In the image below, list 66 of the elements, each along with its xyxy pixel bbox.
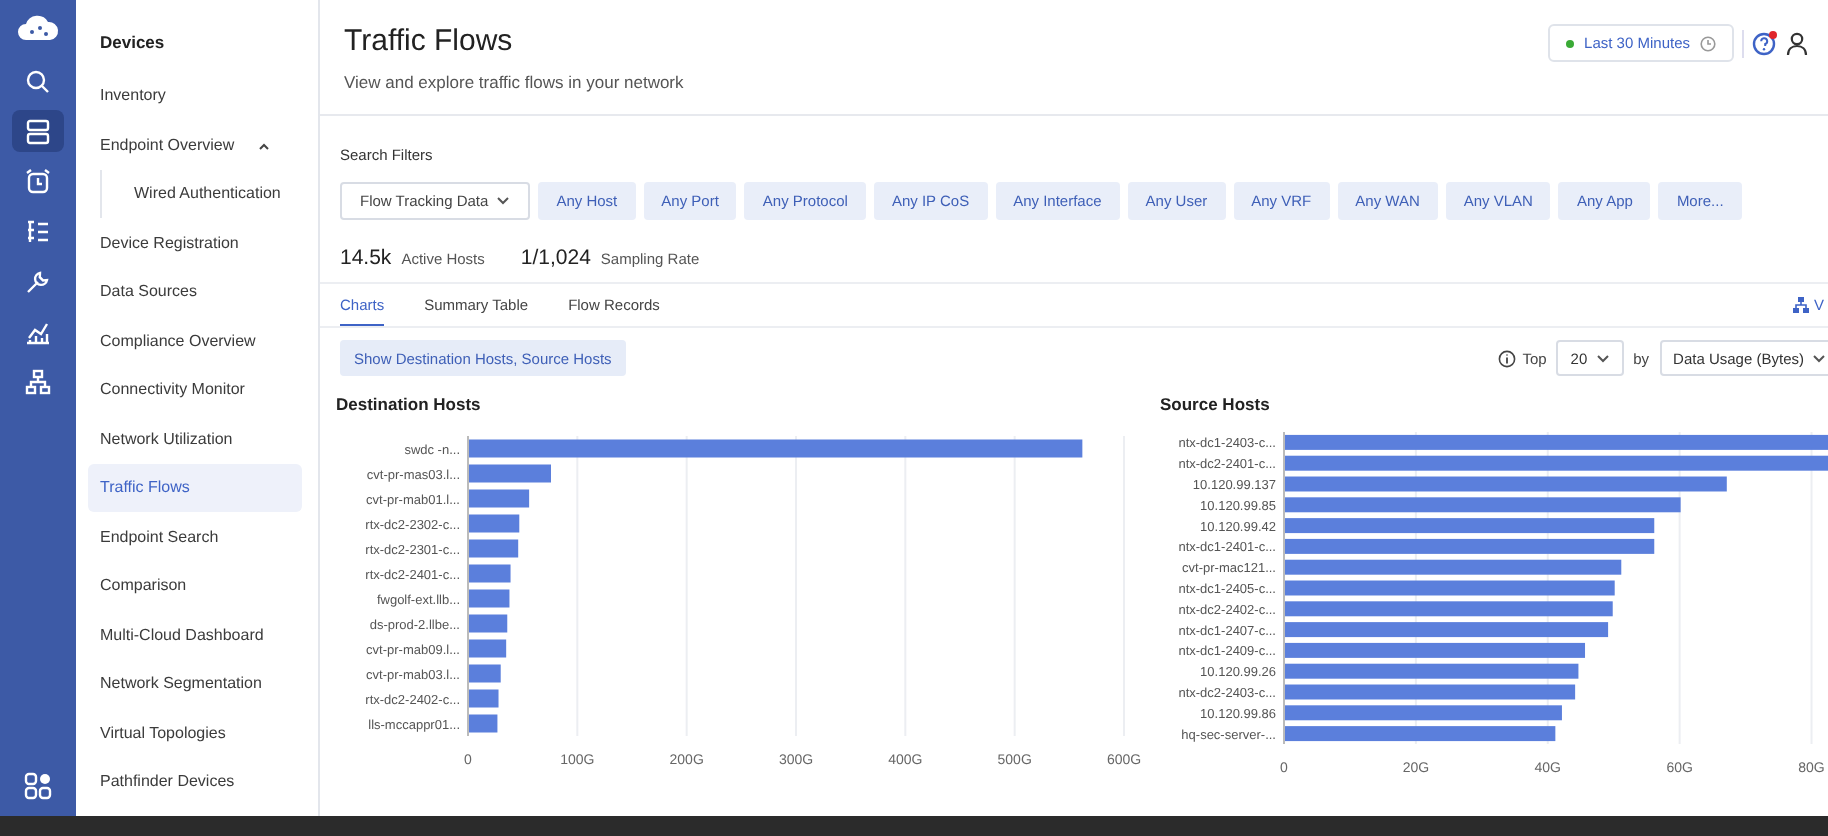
bar[interactable] (1285, 685, 1576, 700)
help-icon[interactable] (1752, 30, 1778, 57)
chevron-down-icon (1595, 353, 1610, 364)
apps-icon[interactable] (24, 772, 52, 800)
sidebar-item[interactable]: Compliance Overview (88, 316, 302, 366)
chart-title: Source Hosts (1158, 392, 1272, 419)
bar[interactable] (469, 440, 1083, 458)
bar[interactable] (1285, 622, 1609, 638)
bar[interactable] (1285, 664, 1579, 680)
page-title: Traffic Flows (344, 24, 515, 60)
sidebar-item[interactable]: Comparison (88, 561, 302, 611)
clock-icon (1700, 35, 1716, 52)
sidebar-item[interactable]: Network Segmentation (88, 659, 302, 709)
network-icon (24, 367, 52, 395)
server-icon (24, 117, 52, 145)
sidebar-item[interactable]: Device Registration (88, 218, 302, 268)
bar[interactable] (1285, 560, 1622, 576)
bar[interactable] (469, 490, 530, 508)
sidebar-item[interactable]: Endpoint Search (88, 512, 302, 562)
bar[interactable] (469, 540, 519, 558)
bar[interactable] (469, 640, 507, 658)
bar[interactable] (1285, 581, 1615, 596)
page-subtitle: View and explore traffic flows in your network (344, 70, 686, 96)
sidebar-item[interactable]: Network Utilization (88, 414, 302, 464)
bar[interactable] (1285, 539, 1655, 555)
chevron-down-icon (496, 196, 511, 207)
stat-value: 14.5k (340, 244, 392, 275)
bar[interactable] (469, 565, 511, 583)
bar[interactable] (469, 715, 498, 733)
sidebar-item[interactable]: Inventory (88, 71, 302, 121)
bar[interactable] (1285, 456, 1828, 472)
bar[interactable] (469, 690, 499, 708)
sidebar-heading: Devices (98, 30, 167, 56)
server-nav-button[interactable] (12, 110, 64, 152)
bar[interactable] (1285, 726, 1556, 742)
bar[interactable] (1285, 705, 1562, 721)
sidebar-item[interactable]: Pathfinder Devices (88, 757, 302, 807)
sidebar-item[interactable]: Data Sources (88, 267, 302, 317)
bar[interactable] (469, 665, 501, 683)
info-icon (1498, 349, 1517, 368)
network-icon (1791, 296, 1810, 315)
user-icon[interactable] (1786, 31, 1808, 56)
sidebar-item[interactable]: Connectivity Monitor (88, 365, 302, 415)
sidebar-item[interactable]: Multi-Cloud Dashboard (88, 610, 302, 660)
cloud-logo[interactable] (16, 12, 60, 44)
chart-title: Destination Hosts (334, 392, 483, 419)
bar[interactable] (469, 465, 551, 483)
search-icon (24, 67, 52, 95)
bar[interactable] (1285, 601, 1613, 617)
bar[interactable] (1285, 435, 1828, 451)
sidebar-subitem[interactable]: Wired Authentication (102, 169, 302, 219)
bar[interactable] (1285, 477, 1727, 492)
alarm-clock-icon (24, 167, 52, 195)
stat-value: 1/1,024 (520, 244, 591, 275)
sidebar-item[interactable]: Traffic Flows (88, 463, 302, 513)
bar[interactable] (469, 590, 510, 608)
chevron-down-icon (1812, 353, 1826, 364)
wrench-icon (24, 267, 52, 295)
list-icon (24, 217, 52, 245)
sidebar-item[interactable]: Endpoint Overview (88, 120, 302, 170)
bar[interactable] (469, 515, 520, 533)
bar[interactable] (1285, 518, 1655, 534)
bar[interactable] (1285, 643, 1585, 659)
bar[interactable] (469, 615, 508, 633)
bar[interactable] (1285, 497, 1681, 513)
sidebar-item[interactable]: Virtual Topologies (88, 708, 302, 758)
